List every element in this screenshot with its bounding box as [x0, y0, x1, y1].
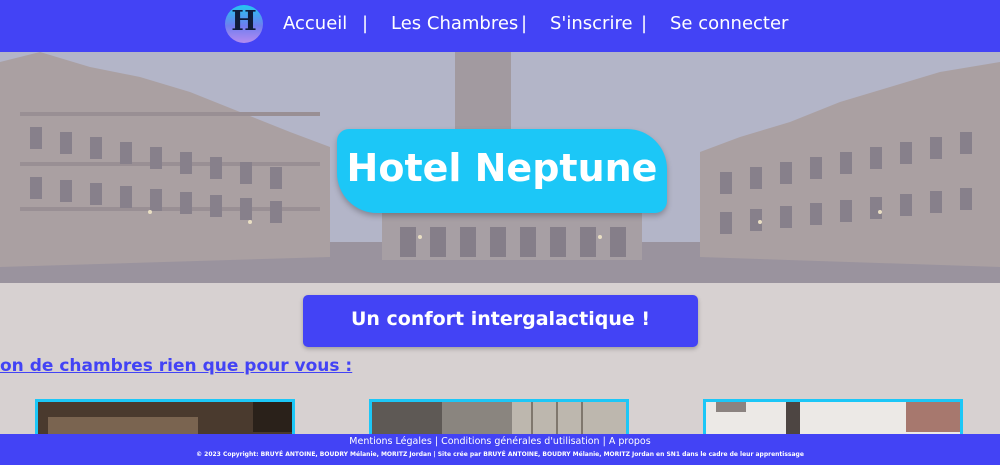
- hotel-title: Hotel Neptune: [346, 146, 658, 190]
- top-navbar: H Accueil | Les Chambres | S'inscrire | …: [0, 0, 1000, 52]
- footer-links: Mentions Légales | Conditions générales …: [0, 436, 1000, 447]
- hotel-logo-icon[interactable]: H: [225, 5, 263, 43]
- tagline-banner: Un confort intergalactique !: [303, 295, 698, 347]
- nav-separator: |: [362, 13, 369, 34]
- nav-separator: |: [641, 13, 648, 34]
- tagline-text: Un confort intergalactique !: [350, 308, 651, 330]
- nav-link-chambres[interactable]: Les Chambres: [391, 13, 518, 34]
- nav-link-inscrire[interactable]: S'inscrire: [550, 13, 633, 34]
- hero-banner: Hotel Neptune: [0, 52, 1000, 283]
- footer-link-apropos[interactable]: A propos: [609, 436, 651, 447]
- footer-link-mentions[interactable]: Mentions Légales: [349, 436, 432, 447]
- footer: Mentions Légales | Conditions générales …: [0, 434, 1000, 465]
- footer-separator: |: [602, 436, 606, 447]
- footer-copyright: © 2023 Copyright: BRUYÉ ANTOINE, BOUDRY …: [196, 451, 804, 458]
- nav-separator: |: [521, 13, 528, 34]
- logo-letter: H: [231, 6, 257, 37]
- rooms-section-title-text: on de chambres rien que pour vous :: [0, 356, 353, 376]
- nav-link-accueil[interactable]: Accueil: [283, 13, 347, 34]
- footer-link-cgu[interactable]: Conditions générales d'utilisation: [441, 436, 600, 447]
- footer-separator: |: [434, 436, 439, 447]
- nav-link-connecter[interactable]: Se connecter: [670, 13, 788, 34]
- hotel-title-box: Hotel Neptune: [337, 129, 667, 213]
- rooms-section-title: on de chambres rien que pour vous :: [0, 356, 352, 376]
